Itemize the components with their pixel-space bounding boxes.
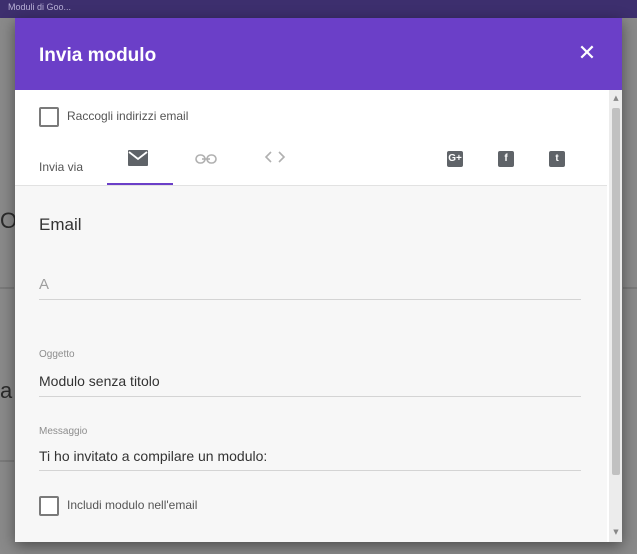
- tab-email[interactable]: [128, 150, 148, 171]
- email-panel: [15, 186, 607, 542]
- background-divider: [0, 460, 14, 462]
- scroll-up-arrow-icon[interactable]: ▲: [612, 94, 620, 102]
- scrollbar-thumb[interactable]: [612, 108, 620, 475]
- section-title: Email: [39, 215, 82, 234]
- subject-field[interactable]: Modulo senza titolo: [39, 373, 160, 389]
- message-label: Messaggio: [39, 426, 88, 437]
- send-via-label: Invia via: [39, 160, 84, 174]
- scroll-down-arrow-icon[interactable]: ▼: [612, 528, 620, 536]
- dialog-title: Invia modulo: [39, 45, 157, 66]
- collect-emails-checkbox[interactable]: [39, 107, 59, 127]
- google-plus-share-button[interactable]: G+: [447, 151, 463, 167]
- collect-emails-label: Raccogli indirizzi email: [67, 109, 189, 123]
- facebook-share-button[interactable]: f: [498, 151, 514, 167]
- facebook-icon: f: [504, 153, 508, 164]
- tab-embed[interactable]: [264, 150, 286, 169]
- close-button[interactable]: ✕: [571, 38, 603, 70]
- background-app-title: Moduli di Goo...: [8, 2, 72, 12]
- subject-field-underline: [39, 396, 581, 397]
- close-icon: ✕: [577, 41, 597, 66]
- code-icon: [264, 151, 286, 163]
- google-plus-icon: G+: [448, 153, 462, 164]
- to-field[interactable]: A: [39, 276, 49, 293]
- send-form-dialog: Invia modulo ✕ Raccogli indirizzi email …: [15, 18, 622, 542]
- background-divider: [0, 287, 14, 289]
- tab-link[interactable]: [195, 152, 217, 170]
- dialog-header: Invia modulo ✕: [15, 18, 622, 90]
- background-app-bar: Moduli di Goo...: [0, 0, 637, 18]
- include-form-label: Includi modulo nell'email: [67, 498, 198, 512]
- background-text-fragment: a: [0, 378, 13, 403]
- include-form-checkbox[interactable]: [39, 496, 59, 516]
- to-field-underline: [39, 299, 581, 300]
- message-field[interactable]: Ti ho invitato a compilare un modulo:: [39, 448, 267, 464]
- link-icon: [195, 154, 217, 164]
- twitter-icon: t: [555, 153, 559, 164]
- background-divider: [623, 287, 637, 289]
- message-field-underline: [39, 470, 581, 471]
- envelope-icon: [128, 150, 148, 166]
- twitter-share-button[interactable]: t: [549, 151, 565, 167]
- subject-label: Oggetto: [39, 349, 75, 360]
